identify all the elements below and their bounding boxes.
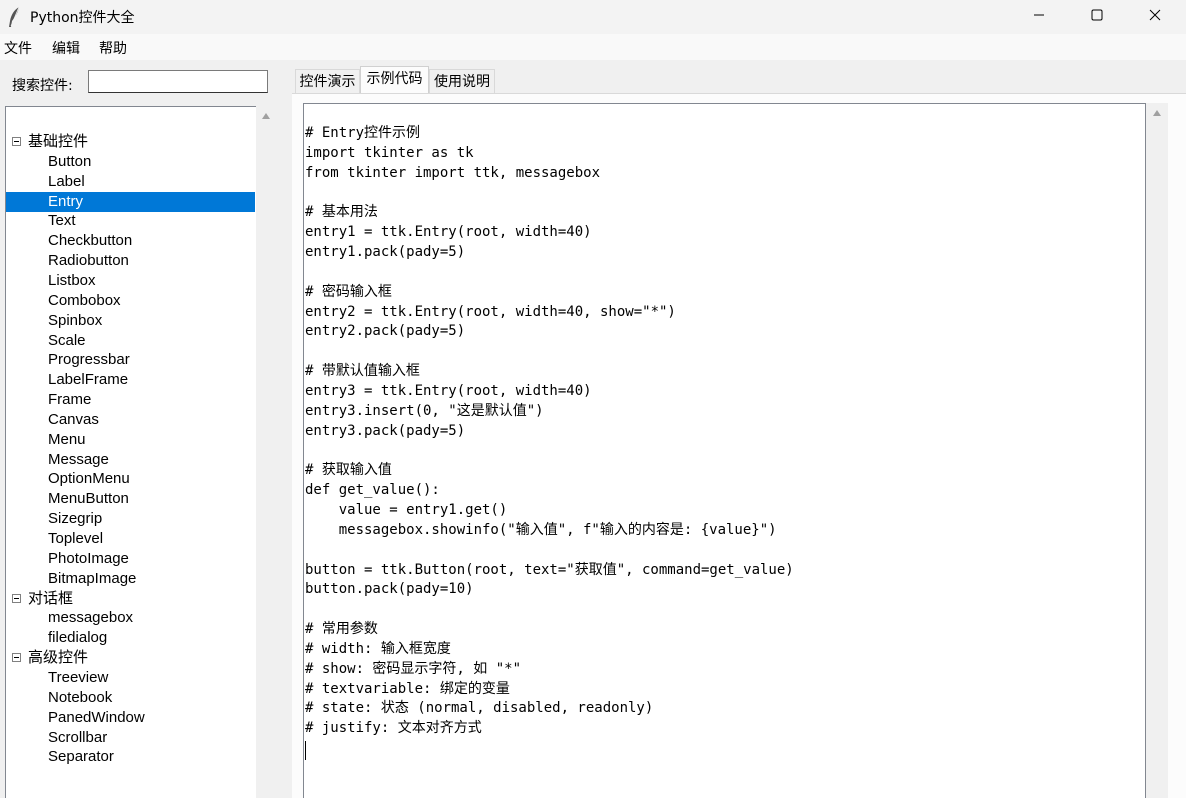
code-line: entry1.pack(pady=5): [305, 244, 466, 261]
close-button[interactable]: [1126, 0, 1184, 34]
tree-item[interactable]: Entry: [6, 191, 255, 212]
tree-item[interactable]: Combobox: [6, 291, 255, 311]
code-line: # textvariable: 绑定的变量: [305, 680, 510, 697]
tree-item[interactable]: Canvas: [6, 410, 255, 430]
tab-demo[interactable]: 控件演示: [295, 69, 360, 93]
code-line: # width: 输入框宽度: [305, 640, 451, 657]
code-line: import tkinter as tk: [305, 144, 474, 161]
code-line: # justify: 文本对齐方式: [305, 720, 482, 737]
feather-icon: [7, 6, 23, 28]
tab-example-code[interactable]: 示例代码: [360, 66, 429, 93]
menu-bar: 文件 编辑 帮助: [0, 34, 1186, 60]
code-line: messagebox.showinfo("输入值", f"输入的内容是: {va…: [305, 521, 777, 538]
maximize-button[interactable]: [1068, 0, 1126, 34]
code-line: button = ttk.Button(root, text="获取值", co…: [305, 561, 794, 578]
tree-item[interactable]: Radiobutton: [6, 251, 255, 271]
code-line: # state: 状态 (normal, disabled, readonly): [305, 700, 654, 717]
tree-item[interactable]: filedialog: [6, 628, 255, 648]
code-scrollbar[interactable]: [1146, 103, 1168, 798]
code-line: entry2.pack(pady=5): [305, 323, 466, 340]
tree-category-label: 基础控件: [28, 133, 89, 150]
widget-tree[interactable]: 基础控件 Button Label Entry Text Checkbutton Radio…: [5, 106, 256, 798]
tab-usage[interactable]: 使用说明: [429, 69, 495, 93]
search-input[interactable]: [88, 70, 268, 93]
tree-item[interactable]: Notebook: [6, 688, 255, 708]
title-bar: Python控件大全: [0, 0, 1186, 34]
tree-item[interactable]: Scrollbar: [6, 728, 255, 748]
search-label: 搜索控件:: [12, 78, 73, 94]
code-line: # 获取输入值: [305, 462, 392, 479]
code-line: # Entry控件示例: [305, 125, 421, 141]
tree-item[interactable]: Frame: [6, 390, 255, 410]
code-lines: # Entry控件示例 import tkinter as tk from tkin…: [305, 124, 794, 739]
tree-item[interactable]: Listbox: [6, 271, 255, 291]
tree-category[interactable]: 基础控件: [6, 132, 255, 152]
window-title: Python控件大全: [30, 10, 135, 26]
tree-item[interactable]: Sizegrip: [6, 509, 255, 529]
tree-item[interactable]: Message: [6, 450, 255, 470]
code-line: entry1 = ttk.Entry(root, width=40): [305, 224, 592, 241]
code-line: # 密码输入框: [305, 283, 392, 300]
menu-help[interactable]: 帮助: [99, 38, 127, 58]
code-line: def get_value():: [305, 482, 440, 499]
code-line: entry2 = ttk.Entry(root, width=40, show=…: [305, 303, 676, 320]
collapse-icon[interactable]: [12, 137, 21, 146]
minimize-button[interactable]: [1010, 0, 1068, 34]
collapse-icon[interactable]: [12, 593, 21, 603]
tree-category[interactable]: 对话框: [6, 589, 255, 609]
code-editor[interactable]: # Entry控件示例 import tkinter as tk from tkin…: [303, 103, 1146, 798]
tree-item[interactable]: Toplevel: [6, 529, 255, 549]
code-line: button.pack(pady=10): [305, 581, 474, 598]
code-line: # 常用参数: [305, 621, 378, 638]
tree-category-label: 高级控件: [28, 649, 89, 667]
tree-item[interactable]: PhotoImage: [6, 549, 255, 569]
tree-item[interactable]: Progressbar: [6, 350, 255, 370]
code-line: entry3 = ttk.Entry(root, width=40): [305, 382, 592, 399]
tree-item[interactable]: OptionMenu: [6, 469, 255, 489]
tree-category[interactable]: 高级控件: [6, 648, 255, 668]
tree-item[interactable]: Menu: [6, 430, 255, 450]
collapse-icon[interactable]: [12, 653, 21, 663]
code-line: # show: 密码显示字符, 如 "*": [305, 660, 522, 677]
menu-edit[interactable]: 编辑: [52, 38, 80, 58]
tree-item[interactable]: Separator: [6, 747, 255, 767]
text-cursor: [305, 741, 306, 760]
tree-scrollbar[interactable]: [256, 106, 276, 798]
tree-item[interactable]: Scale: [6, 331, 255, 351]
code-line: from tkinter import ttk, messagebox: [305, 164, 601, 181]
tree-item[interactable]: Button: [6, 152, 255, 172]
menu-file[interactable]: 文件: [4, 38, 32, 58]
tree-item[interactable]: Checkbutton: [6, 231, 255, 251]
tree-item[interactable]: BitmapImage: [6, 569, 255, 589]
maximize-icon: [1091, 9, 1103, 25]
tree-category-label: 对话框: [28, 589, 74, 607]
tree-item[interactable]: Treeview: [6, 668, 255, 688]
tree-item[interactable]: LabelFrame: [6, 370, 255, 390]
code-line: entry3.insert(0, "这是默认值"): [305, 402, 544, 419]
minimize-icon: [1033, 9, 1045, 25]
tree-item[interactable]: Text: [6, 211, 255, 231]
tree-item[interactable]: messagebox: [6, 608, 255, 628]
tree-item[interactable]: MenuButton: [6, 489, 255, 509]
code-line: value = entry1.get(): [305, 502, 508, 519]
close-icon: [1149, 9, 1161, 25]
code-line: # 带默认值输入框: [305, 363, 420, 380]
scroll-up-icon[interactable]: [262, 113, 270, 119]
scroll-up-icon[interactable]: [1153, 110, 1161, 116]
tree-item[interactable]: Spinbox: [6, 311, 255, 331]
tree-item[interactable]: Label: [6, 172, 255, 192]
code-line: entry3.pack(pady=5): [305, 422, 466, 439]
tree-item[interactable]: PanedWindow: [6, 708, 255, 728]
code-line: # 基本用法: [305, 204, 378, 221]
